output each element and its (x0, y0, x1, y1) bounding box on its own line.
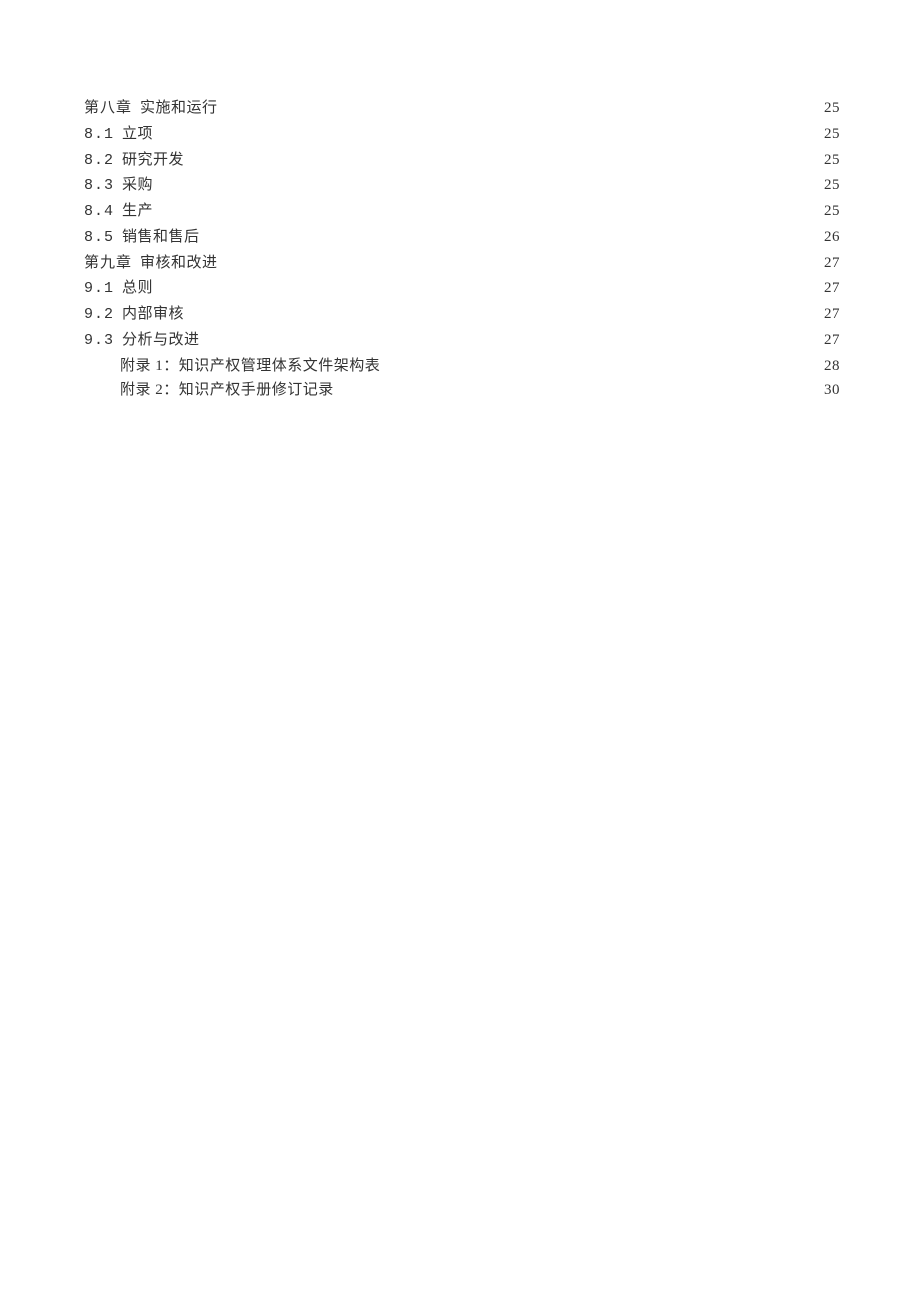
toc-entry-page: 28 (820, 354, 840, 379)
toc-entry-page: 25 (820, 173, 840, 198)
toc-entry-number: 8.1 (84, 123, 114, 148)
toc-entry-label: 8.2 研究开发 (84, 148, 184, 174)
toc-entry-label: 附录 1：知识产权管理体系文件架构表 (120, 354, 380, 379)
toc-entry: 第九章审核和改进 27 (84, 251, 840, 277)
toc-entry: 8.1 立项 25 (84, 122, 840, 148)
toc-entry: 第八章实施和运行 25 (84, 96, 840, 122)
toc-entry-page: 30 (820, 378, 840, 403)
toc-entry-number: 9.1 (84, 277, 114, 302)
toc-entry-label: 9.1 总则 (84, 276, 153, 302)
toc-entry: 8.4 生产 25 (84, 199, 840, 225)
toc-entry-title: 销售和售后 (122, 229, 200, 245)
toc-entry-title: 分析与改进 (122, 332, 200, 348)
toc-entry-page: 25 (820, 199, 840, 224)
toc-entry-title: 生产 (122, 203, 153, 219)
toc-entry-page: 25 (820, 122, 840, 147)
toc-entry-page: 26 (820, 225, 840, 250)
toc-entry-page: 27 (820, 302, 840, 327)
toc-entry: 8.5 销售和售后 26 (84, 225, 840, 251)
toc-entry-number: 9.2 (84, 303, 114, 328)
toc-entry-page: 25 (820, 96, 840, 121)
toc-entry: 附录 2：知识产权手册修订记录 30 (84, 378, 840, 403)
toc-entry-page: 27 (820, 276, 840, 301)
toc-entry-number: 8.3 (84, 174, 114, 199)
toc-entry: 9.1 总则 27 (84, 276, 840, 302)
toc-entry-number: 第九章 (84, 252, 132, 277)
toc-entry-page: 25 (820, 148, 840, 173)
toc-entry-number: 9.3 (84, 329, 114, 354)
toc-entry-title: 研究开发 (122, 152, 184, 168)
toc-entry-number: 第八章 (84, 97, 132, 122)
toc-entry-title: 内部审核 (122, 306, 184, 322)
toc-entry-number: 8.2 (84, 149, 114, 174)
toc-entry-title: 采购 (122, 177, 153, 193)
toc-entry-label: 第八章实施和运行 (84, 96, 218, 122)
toc-entry-title: 总则 (122, 280, 153, 296)
toc-entry-number: 8.5 (84, 226, 114, 251)
toc-entry: 9.3 分析与改进 27 (84, 328, 840, 354)
toc-entry: 附录 1：知识产权管理体系文件架构表 28 (84, 354, 840, 379)
toc-entry-label: 8.1 立项 (84, 122, 153, 148)
toc-entry-number: 8.4 (84, 200, 114, 225)
toc-entry-label: 8.4 生产 (84, 199, 153, 225)
toc-entry-label: 8.3 采购 (84, 173, 153, 199)
toc-entry-label: 附录 2：知识产权手册修订记录 (120, 378, 334, 403)
toc-entry-label: 8.5 销售和售后 (84, 225, 200, 251)
toc-entry-title: 附录 1：知识产权管理体系文件架构表 (120, 358, 380, 374)
toc-entry-page: 27 (820, 251, 840, 276)
toc-entry-label: 第九章审核和改进 (84, 251, 218, 277)
toc-entry-title: 实施和运行 (140, 100, 218, 116)
toc-entry: 8.2 研究开发 25 (84, 148, 840, 174)
toc-entry: 8.3 采购 25 (84, 173, 840, 199)
toc-entry-page: 27 (820, 328, 840, 353)
toc-entry-title: 立项 (122, 126, 153, 142)
toc-entry-title: 审核和改进 (140, 255, 218, 271)
toc-entry-label: 9.3 分析与改进 (84, 328, 200, 354)
toc-entry-title: 附录 2：知识产权手册修订记录 (120, 382, 334, 398)
toc-entry: 9.2 内部审核 27 (84, 302, 840, 328)
toc-entry-label: 9.2 内部审核 (84, 302, 184, 328)
table-of-contents: 第八章实施和运行 25 8.1 立项 25 8.2 研究开发 25 8.3 采购 25 8.4 生产 25… (0, 0, 920, 403)
